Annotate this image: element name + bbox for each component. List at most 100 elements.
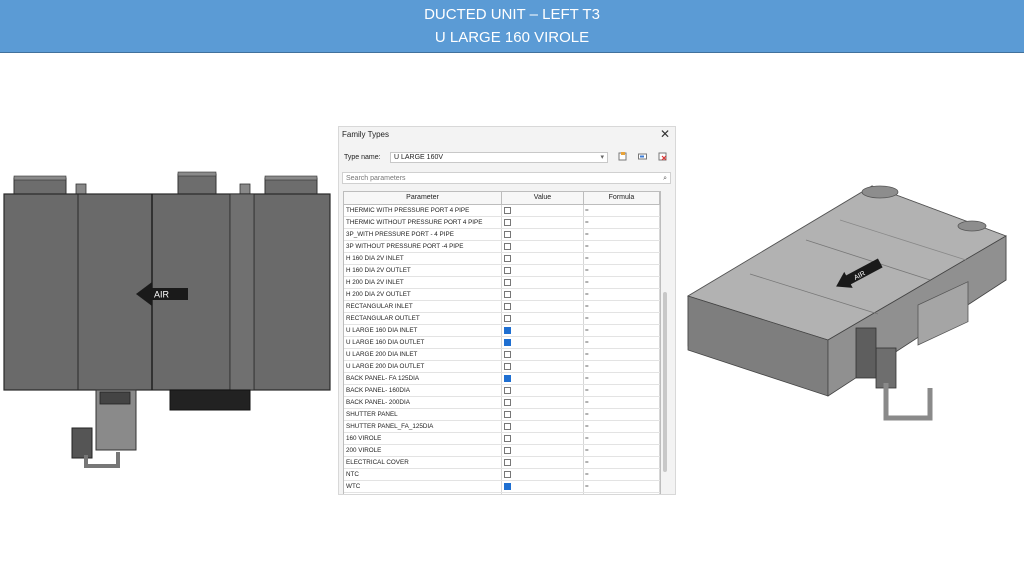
formula-cell[interactable]: = [584,373,660,384]
formula-cell[interactable]: = [584,445,660,456]
formula-cell[interactable]: = [584,361,660,372]
table-row[interactable]: WTC = [344,481,660,493]
formula-cell[interactable]: = [584,433,660,444]
parameter-checkbox[interactable] [504,314,511,322]
parameter-checkbox[interactable] [504,230,511,238]
type-name-label: Type name: [344,154,381,161]
parameter-checkbox[interactable] [504,422,511,430]
close-icon[interactable]: ✕ [660,127,670,141]
value-cell [502,277,584,288]
table-row[interactable]: U LARGE 200 DIA OUTLET = [344,361,660,373]
formula-cell[interactable]: = [584,253,660,264]
column-header-formula[interactable]: Formula [584,192,660,204]
table-row[interactable]: BACK PANEL- FA 125DIA = [344,373,660,385]
table-row[interactable]: ELECTRICAL COVER = [344,457,660,469]
table-row[interactable]: RECTANGULAR OUTLET = [344,313,660,325]
table-row[interactable]: BACK PANEL- 160DIA = [344,385,660,397]
formula-cell[interactable]: = [584,205,660,216]
parameter-checkbox[interactable] [504,410,511,418]
parameter-name-cell: H 200 DIA 2V INLET [344,277,502,288]
table-row[interactable]: BACK PANEL- 200DIA = [344,397,660,409]
table-row[interactable]: 3P_WITH PRESSURE PORT - 4 PIPE = [344,229,660,241]
parameter-checkbox[interactable] [504,338,511,346]
rename-type-icon[interactable] [636,152,648,163]
parameter-checkbox[interactable] [504,242,511,250]
value-cell [502,457,584,468]
formula-cell[interactable]: = [584,301,660,312]
formula-cell[interactable]: = [584,397,660,408]
table-row[interactable]: NTC = [344,469,660,481]
table-row[interactable]: FRESH AIR VIROLE = [344,493,660,494]
parameter-name-cell: U LARGE 200 DIA OUTLET [344,361,502,372]
parameter-checkbox[interactable] [504,266,511,274]
parameter-checkbox[interactable] [504,446,511,454]
parameter-checkbox[interactable] [504,326,511,334]
table-row[interactable]: THERMIC WITH PRESSURE PORT 4 PIPE = [344,205,660,217]
parameter-checkbox[interactable] [504,458,511,466]
parameter-checkbox[interactable] [504,218,511,226]
formula-cell[interactable]: = [584,337,660,348]
column-header-value[interactable]: Value [502,192,584,204]
formula-cell[interactable]: = [584,217,660,228]
table-row[interactable]: SHUTTER PANEL_FA_125DIA = [344,421,660,433]
table-row[interactable]: H 200 DIA 2V INLET = [344,277,660,289]
parameter-name-cell: ELECTRICAL COVER [344,457,502,468]
table-row[interactable]: 3P WITHOUT PRESSURE PORT -4 PIPE = [344,241,660,253]
parameter-checkbox[interactable] [504,482,511,490]
family-types-dialog: Family Types ✕ Type name: U LARGE 160V ▾… [338,126,676,495]
formula-cell[interactable]: = [584,469,660,480]
formula-cell[interactable]: = [584,421,660,432]
parameter-checkbox[interactable] [504,278,511,286]
search-icon: ⌕ [663,175,667,182]
value-cell [502,289,584,300]
type-name-select[interactable]: U LARGE 160V ▾ [390,152,608,163]
table-row[interactable]: H 160 DIA 2V INLET = [344,253,660,265]
formula-cell[interactable]: = [584,409,660,420]
type-name-value: U LARGE 160V [394,154,444,161]
formula-cell[interactable]: = [584,385,660,396]
table-row[interactable]: 160 VIROLE = [344,433,660,445]
formula-cell[interactable]: = [584,313,660,324]
formula-cell[interactable]: = [584,457,660,468]
table-row[interactable]: U LARGE 160 DIA INLET = [344,325,660,337]
formula-cell[interactable]: = [584,277,660,288]
parameter-checkbox[interactable] [504,398,511,406]
value-cell [502,433,584,444]
parameter-checkbox[interactable] [504,254,511,262]
value-cell [502,229,584,240]
column-header-parameter[interactable]: Parameter [344,192,502,204]
parameter-checkbox[interactable] [504,434,511,442]
parameter-checkbox[interactable] [504,302,511,310]
parameter-checkbox[interactable] [504,386,511,394]
formula-cell[interactable]: = [584,349,660,360]
formula-cell[interactable]: = [584,325,660,336]
table-row[interactable]: THERMIC WITHOUT PRESSURE PORT 4 PIPE = [344,217,660,229]
parameter-checkbox[interactable] [504,362,511,370]
parameter-checkbox[interactable] [504,206,511,214]
formula-cell[interactable]: = [584,289,660,300]
table-row[interactable]: 200 VIROLE = [344,445,660,457]
parameter-checkbox[interactable] [504,470,511,478]
formula-cell[interactable]: = [584,265,660,276]
parameter-name-cell: U LARGE 160 DIA INLET [344,325,502,336]
table-row[interactable]: H 160 DIA 2V OUTLET = [344,265,660,277]
parameter-checkbox[interactable] [504,290,511,298]
formula-cell[interactable]: = [584,229,660,240]
table-row[interactable]: SHUTTER PANEL = [344,409,660,421]
parameter-name-cell: RECTANGULAR INLET [344,301,502,312]
air-label-left: AIR [154,290,170,300]
table-row[interactable]: U LARGE 160 DIA OUTLET = [344,337,660,349]
table-row[interactable]: RECTANGULAR INLET = [344,301,660,313]
parameter-checkbox[interactable] [504,350,511,358]
new-type-icon[interactable] [616,152,628,163]
unit-isometric-drawing: AIR [687,185,1007,421]
delete-type-icon[interactable] [656,152,668,163]
vertical-scrollbar[interactable] [663,292,667,472]
table-row[interactable]: U LARGE 200 DIA INLET = [344,349,660,361]
formula-cell[interactable]: = [584,493,660,494]
search-parameters-input[interactable]: Search parameters ⌕ [342,172,671,184]
table-row[interactable]: H 200 DIA 2V OUTLET = [344,289,660,301]
formula-cell[interactable]: = [584,241,660,252]
parameter-checkbox[interactable] [504,374,511,382]
formula-cell[interactable]: = [584,481,660,492]
